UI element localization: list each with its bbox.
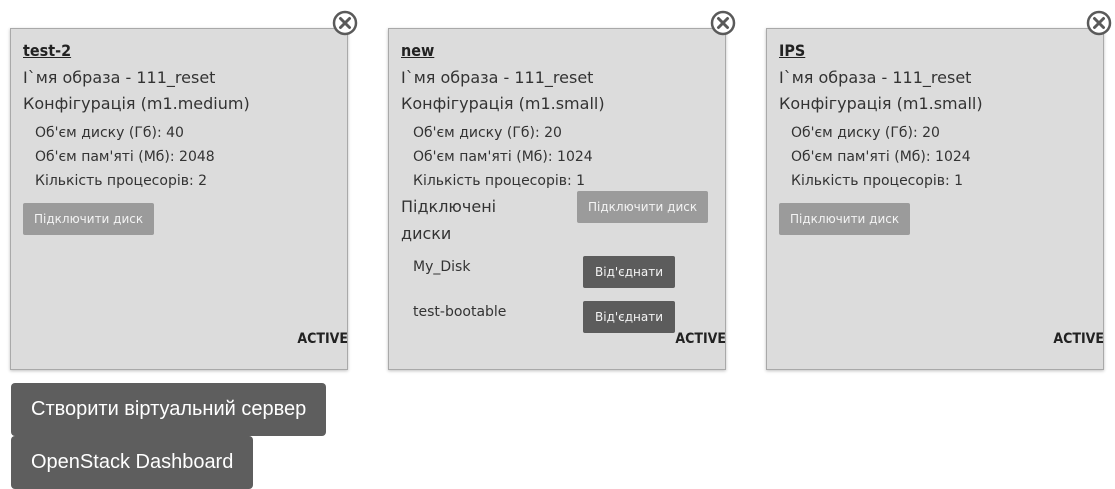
image-name: І`мя образа - 111_reset [779,68,972,87]
cpu-count: Кількість процесорів: 1 [413,173,586,189]
openstack-dashboard-button[interactable]: OpenStack Dashboard [11,436,254,489]
status-label: ACTIVE [297,331,348,347]
cpu-count: Кількість процесорів: 2 [35,173,208,189]
attach-disk-button[interactable]: Підключити диск [577,191,709,223]
memory-size: Об'єм пам'яті (Мб): 2048 [35,149,215,165]
detach-disk-button[interactable]: Від'єднати [583,301,676,333]
server-name[interactable]: test-2 [23,41,71,60]
close-icon[interactable] [709,9,737,37]
status-label: ACTIVE [675,331,726,347]
attach-disk-button[interactable]: Підключити диск [23,203,155,235]
server-name[interactable]: IPS [779,41,805,60]
detach-disk-button[interactable]: Від'єднати [583,256,676,288]
server-card: new І`мя образа - 111_reset Конфігурація… [388,10,736,370]
image-name: І`мя образа - 111_reset [401,68,594,87]
server-card: IPS І`мя образа - 111_reset Конфігурація… [766,10,1112,370]
close-icon[interactable] [1085,9,1113,37]
server-card: test-2 І`мя образа - 111_reset Конфігура… [10,10,358,370]
image-name: І`мя образа - 111_reset [23,68,216,87]
status-label: ACTIVE [1053,331,1104,347]
close-icon[interactable] [331,9,359,37]
attached-disk-name: test-bootable [413,304,507,320]
memory-size: Об'єм пам'яті (Мб): 1024 [413,149,593,165]
flavor-config: Конфігурація (m1.small) [779,94,983,113]
memory-size: Об'єм пам'яті (Мб): 1024 [791,149,971,165]
flavor-config: Конфігурація (m1.medium) [23,94,250,113]
attached-disk-name: My_Disk [413,259,471,275]
disk-size: Об'єм диску (Гб): 20 [413,125,562,141]
server-name[interactable]: new [401,41,434,60]
flavor-config: Конфігурація (m1.small) [401,94,605,113]
disk-size: Об'єм диску (Гб): 20 [791,125,940,141]
create-server-button[interactable]: Створити віртуальний сервер [11,383,327,436]
attached-disks-title: Підключені диски [401,197,497,243]
cpu-count: Кількість процесорів: 1 [791,173,964,189]
disk-size: Об'єм диску (Гб): 40 [35,125,184,141]
attach-disk-button[interactable]: Підключити диск [779,203,911,235]
